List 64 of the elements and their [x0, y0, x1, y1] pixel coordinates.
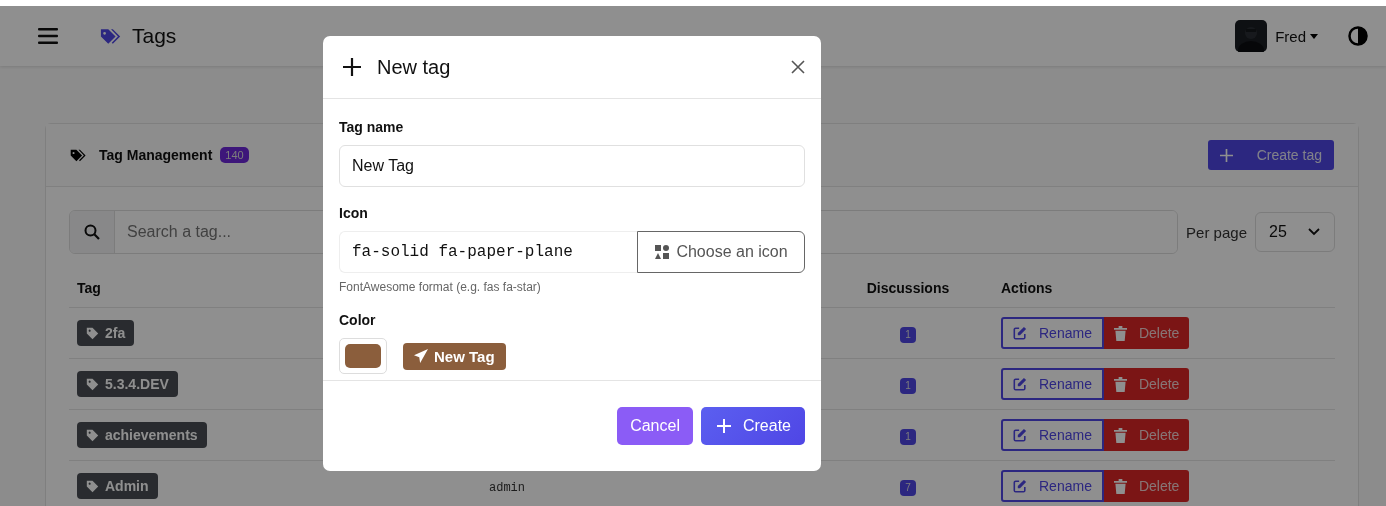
- rename-button[interactable]: Rename: [1001, 419, 1104, 451]
- plus-icon: [1219, 148, 1233, 162]
- icon-field[interactable]: fa-solid fa-paper-plane: [339, 231, 637, 273]
- column-header: Tag: [77, 280, 101, 296]
- tag-badge: 5.3.4.DEV: [77, 371, 178, 397]
- tag-icon: [86, 428, 99, 442]
- card-title: Tag Management: [99, 147, 213, 163]
- tags-icon: [100, 27, 122, 45]
- plus-icon: [343, 58, 361, 76]
- field-label: Icon: [339, 205, 369, 221]
- field-label: Color: [339, 312, 377, 328]
- count-badge: 140: [220, 147, 249, 163]
- count-badge: 7: [900, 479, 916, 496]
- per-page-select[interactable]: 25: [1255, 212, 1335, 252]
- edit-icon: [1013, 377, 1027, 391]
- page-title: Tags: [132, 24, 177, 48]
- choose-icon-button[interactable]: Choose an icon: [637, 231, 805, 273]
- delete-button[interactable]: Delete: [1103, 368, 1190, 400]
- help-text: FontAwesome format (e.g. fas fa-star): [339, 280, 542, 294]
- tag-badge: 2fa: [77, 320, 135, 346]
- tag-preview: New Tag: [403, 342, 506, 370]
- delete-button[interactable]: Delete: [1103, 419, 1190, 451]
- trash-icon: [1113, 427, 1127, 443]
- create-button[interactable]: Create: [700, 407, 805, 445]
- rename-button[interactable]: Rename: [1001, 368, 1104, 400]
- tag-icon: [86, 326, 99, 340]
- menu-icon[interactable]: [38, 28, 58, 44]
- create-tag-button[interactable]: Create tag: [1207, 140, 1334, 170]
- tag-name-field[interactable]: New Tag: [339, 145, 805, 187]
- plus-icon: [716, 419, 731, 433]
- table-cell: admin: [489, 481, 525, 495]
- close-icon[interactable]: [791, 60, 805, 74]
- user-menu-button[interactable]: Fred: [1275, 27, 1318, 45]
- edit-icon: [1013, 326, 1027, 340]
- delete-button[interactable]: Delete: [1103, 317, 1190, 349]
- count-badge: 1: [900, 326, 916, 343]
- color-picker[interactable]: [339, 338, 387, 374]
- delete-button[interactable]: Delete: [1103, 470, 1190, 502]
- cancel-button[interactable]: Cancel: [617, 407, 693, 445]
- dialog-title: New tag: [377, 55, 451, 79]
- column-header: Actions: [1001, 280, 1053, 296]
- trash-icon: [1113, 376, 1127, 392]
- tag-icon: [86, 377, 99, 391]
- paper-plane-icon: [414, 349, 428, 363]
- tag-badge: achievements: [77, 422, 207, 448]
- search-icon: [84, 224, 100, 240]
- edit-icon: [1013, 479, 1027, 493]
- rename-button[interactable]: Rename: [1001, 470, 1104, 502]
- edit-icon: [1013, 428, 1027, 442]
- tag-icon: [86, 479, 99, 493]
- contrast-icon[interactable]: [1348, 26, 1368, 46]
- field-label: Tag name: [339, 119, 405, 135]
- count-badge: 1: [900, 428, 916, 445]
- per-page-label: Per page: [1186, 223, 1247, 241]
- trash-icon: [1113, 325, 1127, 341]
- trash-icon: [1113, 478, 1127, 494]
- tags-icon: [70, 148, 87, 162]
- count-badge: 1: [900, 377, 916, 394]
- rename-button[interactable]: Rename: [1001, 317, 1104, 349]
- chevron-down-icon: [1308, 228, 1320, 236]
- icons-icon: [654, 244, 671, 260]
- tag-badge: Admin: [77, 473, 158, 499]
- column-header: Discussions: [866, 280, 950, 296]
- caret-icon: [1310, 33, 1318, 39]
